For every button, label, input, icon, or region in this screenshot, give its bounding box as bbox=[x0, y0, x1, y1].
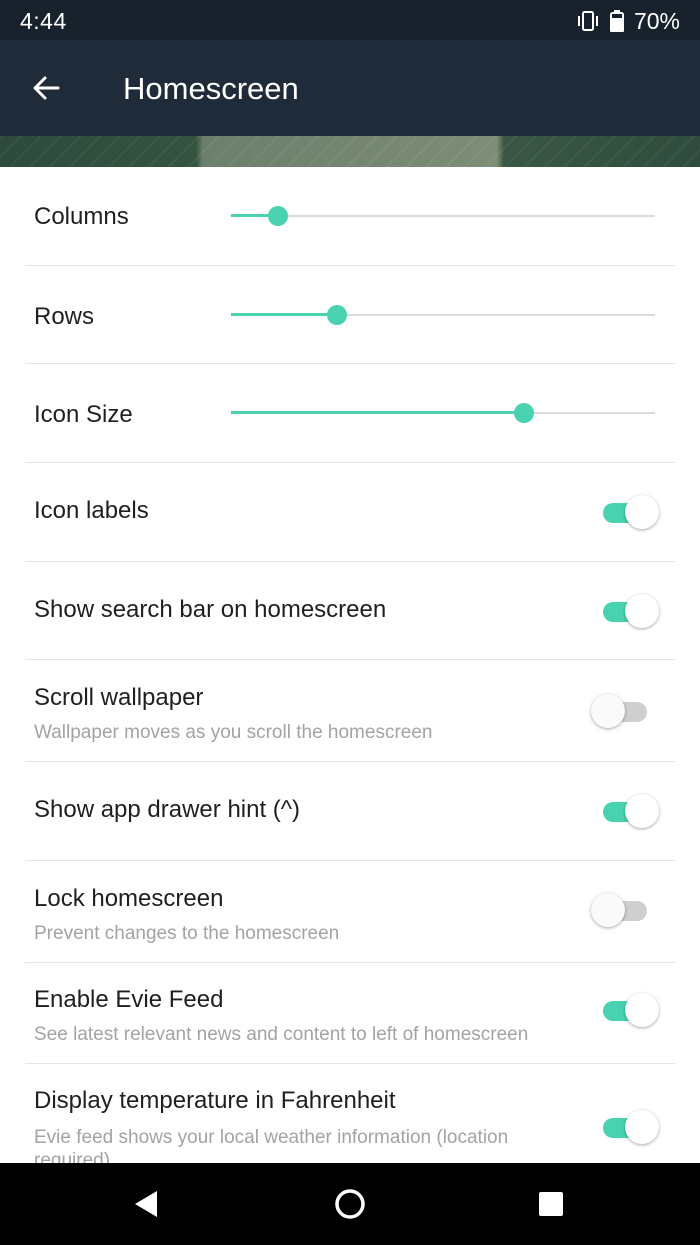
slider-thumb[interactable] bbox=[514, 403, 534, 423]
setting-summary: Evie feed shows your local weather infor… bbox=[34, 1127, 509, 1163]
setting-label: Scroll wallpaper bbox=[34, 684, 204, 711]
setting-label: Icon labels bbox=[34, 497, 149, 524]
setting-lock-homescreen[interactable]: Lock homescreen Prevent changes to the h… bbox=[25, 861, 675, 963]
scroll-wallpaper-toggle[interactable] bbox=[591, 692, 663, 732]
setting-label: Enable Evie Feed bbox=[34, 986, 224, 1013]
status-bar: 4:44 70% bbox=[0, 0, 700, 40]
search-bar-toggle[interactable] bbox=[603, 592, 663, 632]
setting-label: Columns bbox=[34, 203, 129, 230]
setting-rows: Rows bbox=[25, 266, 675, 364]
setting-fahrenheit[interactable]: Display temperature in Fahrenheit Evie f… bbox=[25, 1064, 675, 1163]
setting-evie-feed[interactable]: Enable Evie Feed See latest relevant new… bbox=[25, 963, 675, 1064]
toggle-knob bbox=[625, 794, 659, 828]
toggle-knob bbox=[625, 594, 659, 628]
setting-label: Icon Size bbox=[34, 401, 133, 428]
wallpaper-preview bbox=[0, 136, 700, 167]
icon-labels-toggle[interactable] bbox=[603, 493, 663, 533]
setting-label: Rows bbox=[34, 303, 95, 330]
setting-label: Lock homescreen bbox=[34, 885, 224, 912]
setting-label: Show app drawer hint (^) bbox=[34, 796, 301, 823]
app-bar: Homescreen bbox=[0, 40, 700, 136]
arrow-left-icon[interactable] bbox=[30, 72, 62, 104]
toggle-knob bbox=[591, 893, 625, 927]
page-title: Homescreen bbox=[123, 71, 299, 106]
battery-icon bbox=[609, 10, 624, 32]
toggle-knob bbox=[625, 495, 659, 529]
slider-fill bbox=[231, 411, 524, 414]
setting-columns: Columns bbox=[25, 167, 675, 266]
status-icons: 70% bbox=[576, 8, 680, 34]
home-circle-icon[interactable] bbox=[333, 1187, 367, 1226]
slider-thumb[interactable] bbox=[327, 305, 347, 325]
battery-percent: 70% bbox=[633, 7, 680, 34]
back-triangle-icon[interactable] bbox=[133, 1190, 159, 1223]
recents-square-icon[interactable] bbox=[539, 1192, 563, 1221]
toggle-knob bbox=[625, 993, 659, 1027]
setting-label: Display temperature in Fahrenheit bbox=[34, 1087, 396, 1114]
setting-app-drawer-hint[interactable]: Show app drawer hint (^) bbox=[25, 762, 675, 861]
settings-list: Columns Rows Icon Size Icon labels Show bbox=[0, 167, 700, 1163]
setting-search-bar[interactable]: Show search bar on homescreen bbox=[25, 562, 675, 660]
navigation-bar bbox=[0, 1163, 700, 1245]
toggle-knob bbox=[591, 694, 625, 728]
columns-slider[interactable] bbox=[231, 204, 655, 228]
setting-icon-size: Icon Size bbox=[25, 364, 675, 463]
setting-icon-labels[interactable]: Icon labels bbox=[25, 463, 675, 562]
setting-summary: Prevent changes to the homescreen bbox=[34, 923, 340, 944]
icon-size-slider[interactable] bbox=[231, 401, 655, 425]
setting-label: Show search bar on homescreen bbox=[34, 596, 387, 623]
fahrenheit-toggle[interactable] bbox=[603, 1108, 663, 1148]
slider-thumb[interactable] bbox=[268, 206, 288, 226]
toggle-knob bbox=[625, 1110, 659, 1144]
slider-fill bbox=[231, 313, 337, 316]
setting-summary: Wallpaper moves as you scroll the homesc… bbox=[34, 722, 433, 743]
status-time: 4:44 bbox=[20, 8, 67, 34]
evie-feed-toggle[interactable] bbox=[603, 991, 663, 1031]
app-drawer-hint-toggle[interactable] bbox=[603, 792, 663, 832]
setting-scroll-wallpaper[interactable]: Scroll wallpaper Wallpaper moves as you … bbox=[25, 660, 675, 762]
slider-track bbox=[231, 215, 655, 217]
rows-slider[interactable] bbox=[231, 303, 655, 327]
vibrate-icon bbox=[576, 11, 600, 31]
lock-homescreen-toggle[interactable] bbox=[591, 891, 663, 931]
setting-summary: See latest relevant news and content to … bbox=[34, 1024, 529, 1045]
